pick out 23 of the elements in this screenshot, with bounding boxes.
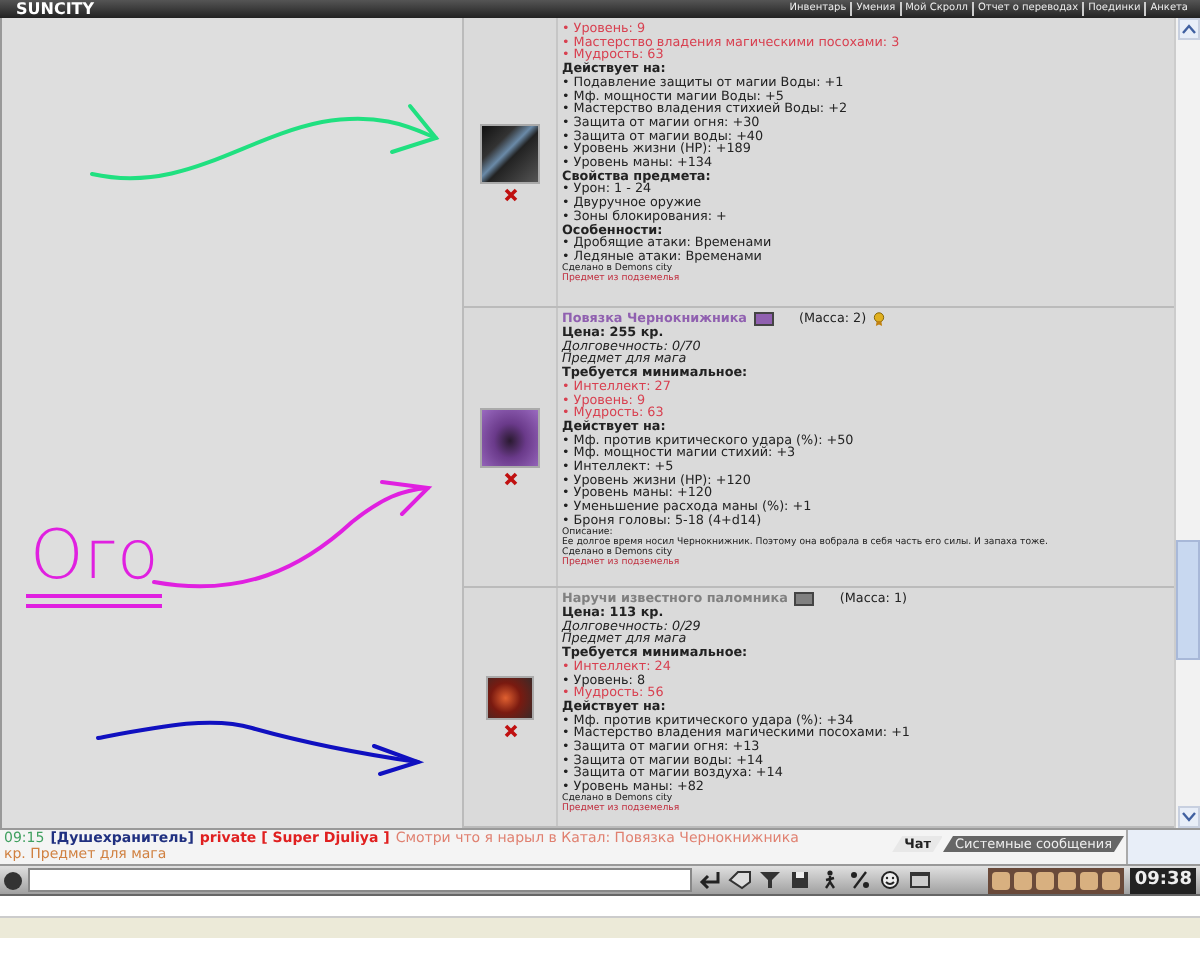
percent-icon[interactable] <box>848 870 872 890</box>
item-picture <box>480 408 540 468</box>
delete-icon[interactable] <box>503 724 517 738</box>
window-icon[interactable] <box>908 870 932 890</box>
item-picture <box>486 676 534 720</box>
tag-icon[interactable] <box>728 870 752 890</box>
item-info-icon[interactable] <box>753 312 773 326</box>
item-picture <box>480 123 540 183</box>
scroll-thumb[interactable] <box>1176 540 1200 660</box>
delete-icon[interactable] <box>503 187 517 201</box>
chat-input-field[interactable] <box>28 868 692 892</box>
handwritten-text: Ого <box>26 518 163 608</box>
logo: SUNCITY <box>16 0 95 18</box>
item-info-icon[interactable] <box>793 592 814 606</box>
scroll-down-icon[interactable] <box>1177 806 1199 828</box>
delete-icon[interactable] <box>503 472 517 486</box>
medal-icon <box>872 312 887 326</box>
enter-arrow-icon[interactable] <box>698 870 722 890</box>
clock: 09:38 <box>1130 867 1196 893</box>
scroll-up-icon[interactable] <box>1177 18 1199 40</box>
funnel-icon[interactable] <box>758 870 782 890</box>
scrollbar[interactable] <box>1174 18 1200 828</box>
smiley-icon[interactable] <box>878 870 902 890</box>
